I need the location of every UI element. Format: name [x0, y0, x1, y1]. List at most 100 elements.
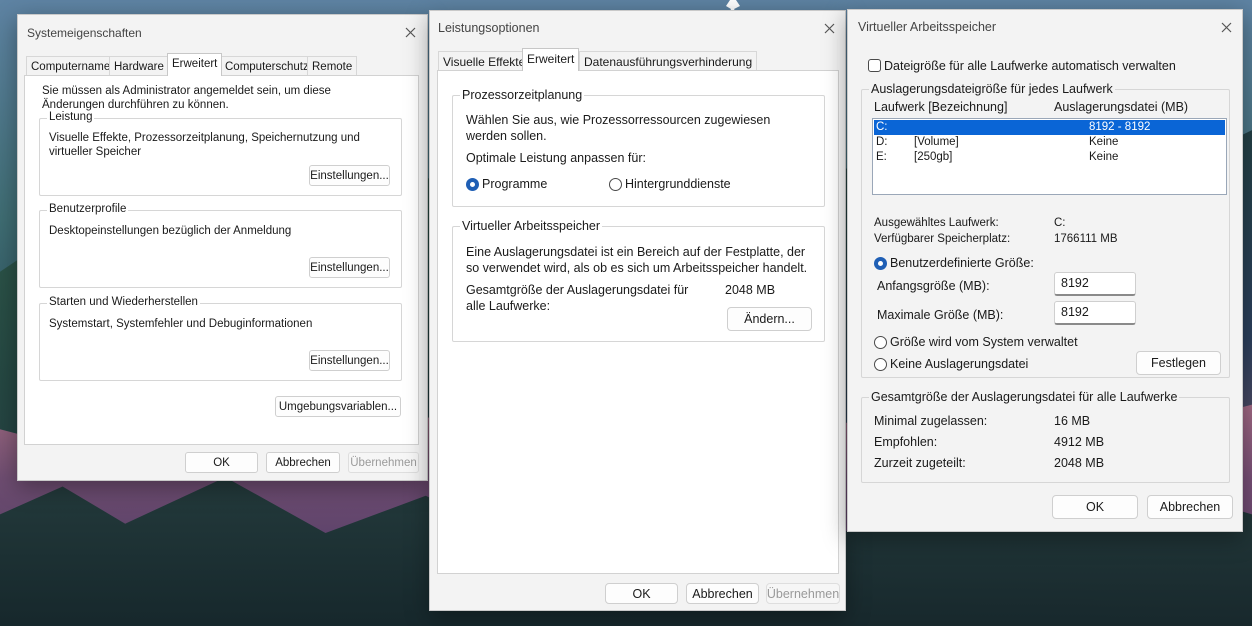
starten-settings-button[interactable]: Einstellungen...: [309, 350, 390, 371]
recommended-label: Empfohlen:: [874, 435, 938, 449]
initial-size-input[interactable]: 8192: [1054, 272, 1136, 296]
cancel-button[interactable]: Abbrechen: [686, 583, 759, 604]
drive-label: [Volume]: [914, 136, 959, 148]
radio-custom-size[interactable]: [874, 257, 887, 270]
apply-button[interactable]: Übernehmen: [766, 583, 840, 604]
initial-size-label: Anfangsgröße (MB):: [877, 279, 990, 293]
group-total-pagefile: Gesamtgröße der Auslagerungsdatei für al…: [861, 390, 1230, 483]
dialog-title: Leistungsoptionen: [438, 21, 540, 35]
close-icon: [405, 27, 415, 37]
drive-letter: D:: [876, 136, 888, 148]
ok-button[interactable]: OK: [605, 583, 678, 604]
close-icon: [824, 23, 834, 33]
benutzerprofile-settings-button[interactable]: Einstellungen...: [309, 257, 390, 278]
column-header-drive: Laufwerk [Bezeichnung]: [874, 100, 1008, 114]
close-icon: [1221, 22, 1231, 32]
radio-system-managed-label: Größe wird vom System verwaltet: [890, 335, 1078, 349]
prozessor-description: Wählen Sie aus, wie Prozessorressourcen …: [466, 113, 771, 143]
dialog-title: Virtueller Arbeitsspeicher: [858, 20, 997, 34]
tab-erweitert[interactable]: Erweitert: [522, 48, 580, 71]
group-legend: Prozessorzeitplanung: [460, 88, 585, 102]
drive-label: [250gb]: [914, 151, 953, 163]
close-button[interactable]: [1213, 14, 1239, 40]
radio-programs[interactable]: [466, 178, 479, 191]
set-button[interactable]: Festlegen: [1136, 351, 1221, 375]
list-item[interactable]: E: [250gb] Keine: [874, 150, 1225, 165]
group-description: Systemstart, Systemfehler und Debuginfor…: [49, 318, 313, 330]
tab-remote[interactable]: Remote: [307, 56, 358, 76]
virtual-memory-description: Eine Auslagerungsdatei ist ein Bereich a…: [466, 245, 808, 275]
drive-pagefile-size: Keine: [1089, 136, 1119, 148]
selected-drive-value: C:: [1054, 217, 1066, 229]
close-button[interactable]: [397, 19, 423, 45]
selected-drive-label: Ausgewähltes Laufwerk:: [874, 217, 999, 229]
free-space-value: 1766111 MB: [1054, 233, 1118, 245]
radio-no-pagefile[interactable]: [874, 358, 887, 371]
min-allowed-value: 16 MB: [1054, 414, 1091, 428]
virtual-memory-dialog: Virtueller Arbeitsspeicher Dateigröße fü…: [847, 9, 1243, 532]
group-description: Visuelle Effekte, Prozessorzeitplanung, …: [49, 132, 360, 158]
tab-erweitert[interactable]: Erweitert: [167, 53, 223, 76]
optimal-label: Optimale Leistung anpassen für:: [466, 151, 646, 165]
group-legend: Starten und Wiederherstellen: [47, 296, 200, 308]
system-properties-dialog: Systemeigenschaften Computername Hardwar…: [17, 14, 428, 481]
titlebar: Virtueller Arbeitsspeicher: [848, 10, 1242, 44]
radio-system-managed[interactable]: [874, 336, 887, 349]
ok-button[interactable]: OK: [185, 452, 258, 473]
total-pagefile-value: 2048 MB: [725, 283, 776, 297]
titlebar: Systemeigenschaften: [18, 15, 427, 49]
environment-variables-button[interactable]: Umgebungsvariablen...: [275, 396, 401, 417]
group-legend: Auslagerungsdateigröße für jedes Laufwer…: [869, 82, 1115, 96]
group-legend: Benutzerprofile: [47, 203, 129, 215]
drives-list[interactable]: C: 8192 - 8192 D: [Volume] Keine E: [250…: [872, 118, 1227, 195]
auto-manage-checkbox[interactable]: [868, 59, 881, 72]
group-virtueller-arbeitsspeicher: Virtueller Arbeitsspeicher Eine Auslager…: [452, 219, 825, 342]
column-header-pagefile: Auslagerungsdatei (MB): [1054, 100, 1189, 114]
cancel-button[interactable]: Abbrechen: [1147, 495, 1233, 519]
group-leistung: Leistung Visuelle Effekte, Prozessorzeit…: [39, 111, 402, 196]
tab-hardware[interactable]: Hardware: [109, 56, 169, 76]
group-legend: Virtueller Arbeitsspeicher: [460, 219, 603, 233]
radio-background-services[interactable]: [609, 178, 622, 191]
change-button[interactable]: Ändern...: [727, 307, 812, 331]
group-description: Desktopeinstellungen bezüglich der Anmel…: [49, 225, 292, 237]
leistung-settings-button[interactable]: Einstellungen...: [309, 165, 390, 186]
current-allocated-label: Zurzeit zugeteilt:: [874, 456, 966, 470]
max-size-input[interactable]: 8192: [1054, 301, 1136, 325]
tab-computerschutz[interactable]: Computerschutz: [220, 56, 314, 76]
tab-visuelle-effekte[interactable]: Visuelle Effekte: [438, 51, 531, 71]
tab-datenausfuehrungsverhinderung[interactable]: Datenausführungsverhinderung: [579, 51, 758, 71]
dialog-title: Systemeigenschaften: [27, 26, 142, 40]
list-item[interactable]: D: [Volume] Keine: [874, 135, 1225, 150]
radio-no-pagefile-label: Keine Auslagerungsdatei: [890, 357, 1029, 371]
total-pagefile-label: Gesamtgröße der Auslagerungsdatei für al…: [466, 283, 689, 313]
group-prozessorzeitplanung: Prozessorzeitplanung Wählen Sie aus, wie…: [452, 88, 825, 207]
current-allocated-value: 2048 MB: [1054, 456, 1105, 470]
drive-pagefile-size: Keine: [1089, 151, 1119, 163]
list-item[interactable]: C: 8192 - 8192: [874, 120, 1225, 135]
group-legend: Leistung: [47, 111, 95, 123]
performance-options-dialog: Leistungsoptionen Visuelle Effekte Erwei…: [429, 10, 846, 611]
radio-custom-size-label: Benutzerdefinierte Größe:: [890, 256, 1034, 270]
min-allowed-label: Minimal zugelassen:: [874, 414, 988, 428]
max-size-label: Maximale Größe (MB):: [877, 308, 1004, 322]
recommended-value: 4912 MB: [1054, 435, 1105, 449]
group-starten: Starten und Wiederherstellen Systemstart…: [39, 296, 402, 381]
close-button[interactable]: [816, 15, 842, 41]
tab-panel: Prozessorzeitplanung Wählen Sie aus, wie…: [437, 70, 839, 574]
ok-button[interactable]: OK: [1052, 495, 1138, 519]
cancel-button[interactable]: Abbrechen: [266, 452, 340, 473]
tab-computername[interactable]: Computername: [26, 56, 116, 76]
free-space-label: Verfügbarer Speicherplatz:: [874, 233, 1011, 245]
titlebar: Leistungsoptionen: [430, 11, 845, 45]
auto-manage-label: Dateigröße für alle Laufwerke automatisc…: [884, 59, 1176, 73]
drive-pagefile-size: 8192 - 8192: [1089, 121, 1151, 133]
drive-letter: C:: [876, 121, 888, 133]
tab-panel: Sie müssen als Administrator angemeldet …: [24, 75, 419, 445]
radio-background-label: Hintergrunddienste: [625, 177, 731, 191]
group-legend: Gesamtgröße der Auslagerungsdatei für al…: [869, 390, 1180, 404]
group-benutzerprofile: Benutzerprofile Desktopeinstellungen bez…: [39, 203, 402, 288]
drive-letter: E:: [876, 151, 887, 163]
admin-note: Sie müssen als Administrator angemeldet …: [42, 85, 331, 111]
apply-button[interactable]: Übernehmen: [348, 452, 419, 473]
